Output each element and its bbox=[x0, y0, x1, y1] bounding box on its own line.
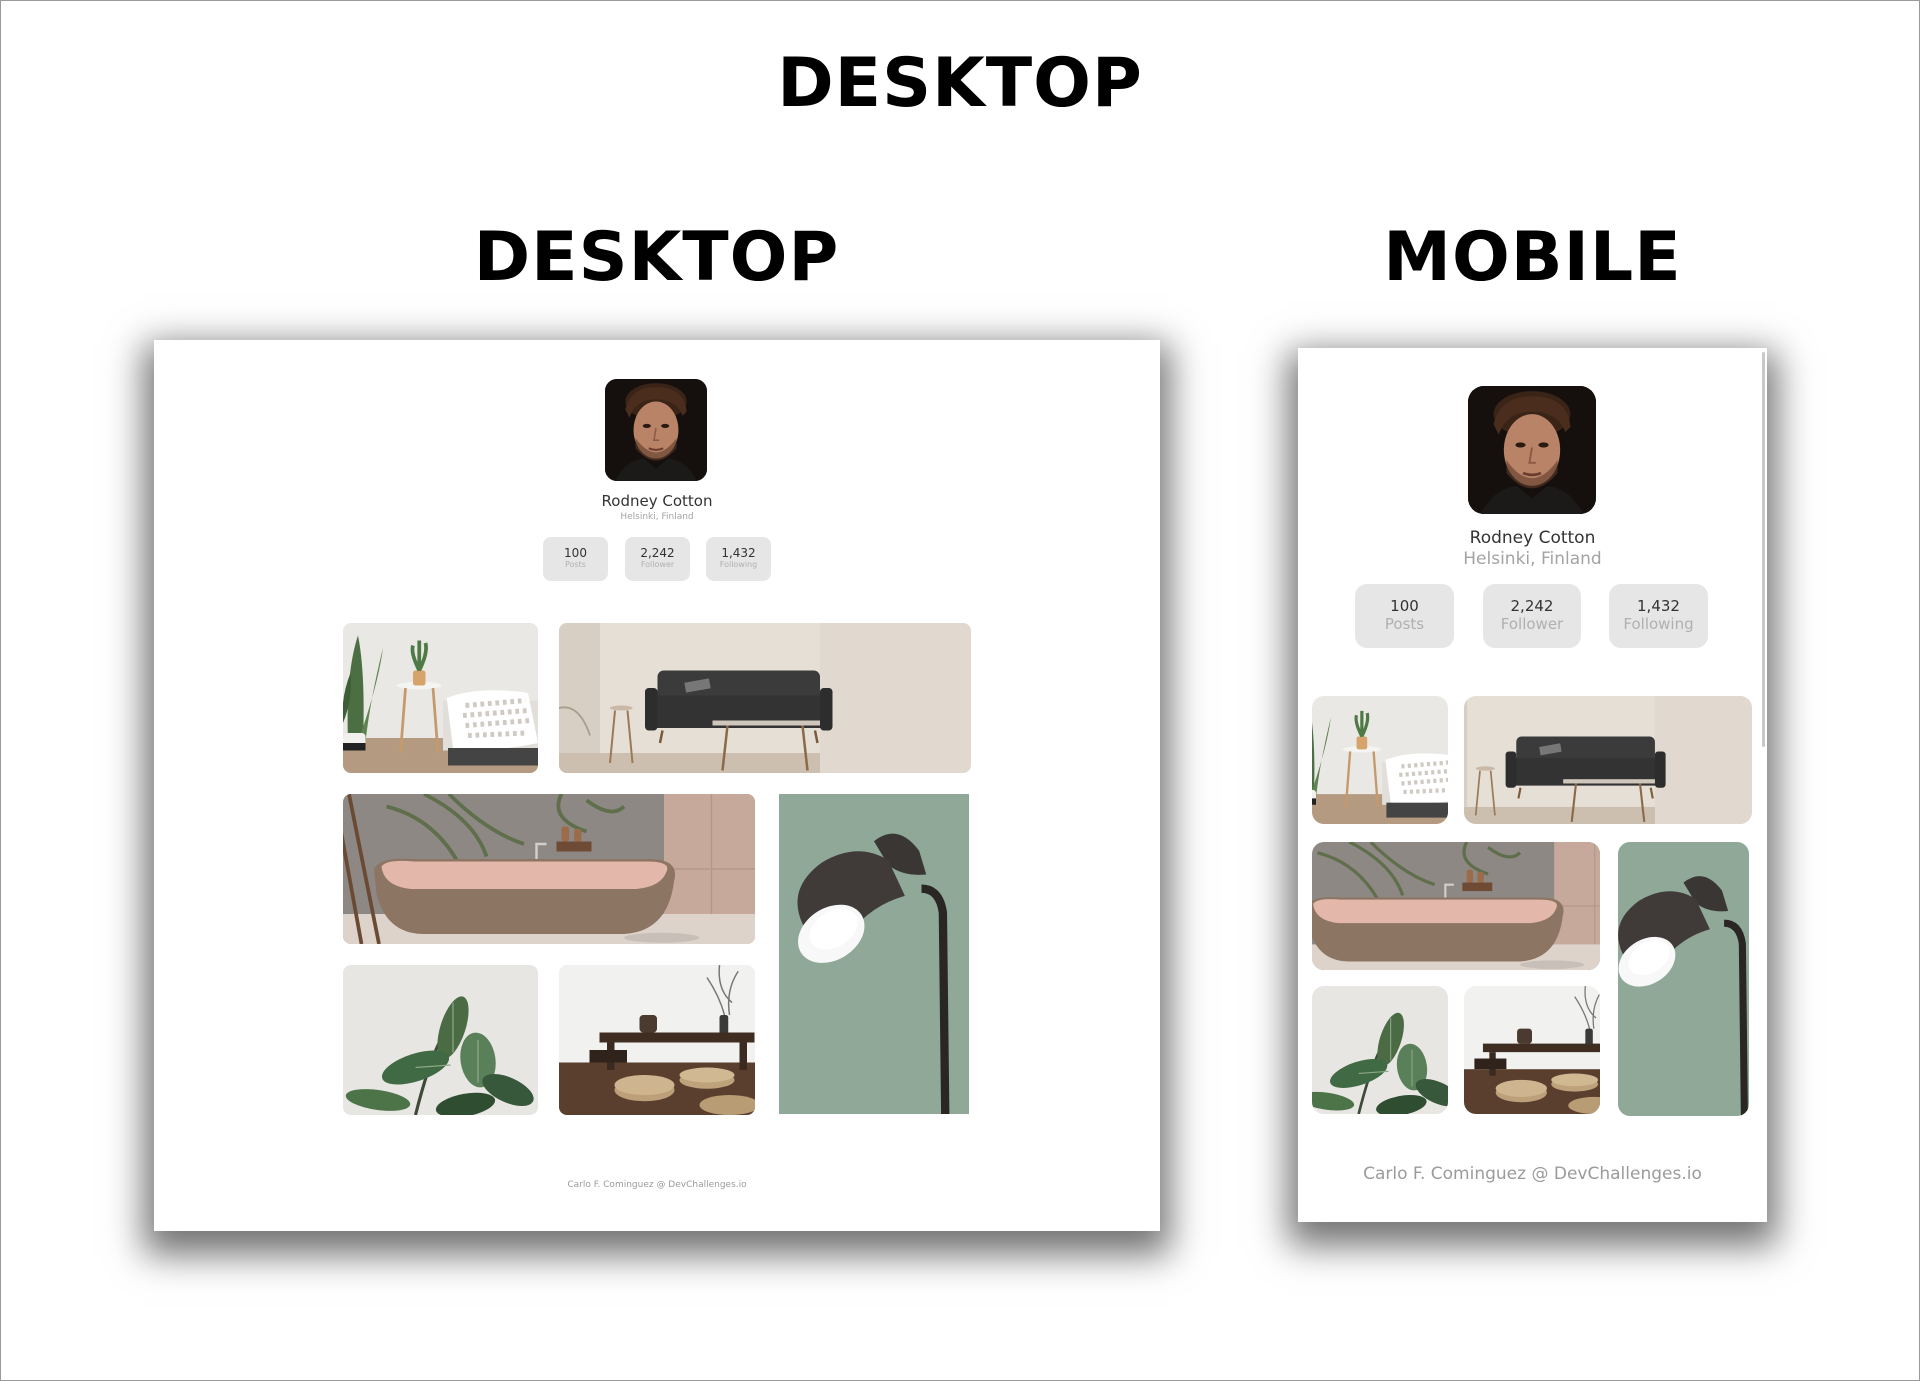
stat-value: 2,242 bbox=[1510, 597, 1554, 615]
desktop-preview: Rodney Cotton Helsinki, Finland 100 Post… bbox=[154, 340, 1160, 1231]
stat-label: Following bbox=[1623, 615, 1694, 633]
stat-label: Following bbox=[719, 560, 758, 569]
avatar[interactable] bbox=[605, 379, 707, 481]
profile-name: Rodney Cotton bbox=[1469, 528, 1596, 548]
gallery-image-bathtub[interactable] bbox=[343, 794, 755, 944]
gallery-image-bathtub[interactable] bbox=[1312, 842, 1600, 970]
profile-name: Rodney Cotton bbox=[601, 492, 713, 510]
mobile-preview: Rodney Cotton Helsinki, Finland 100 Post… bbox=[1298, 348, 1767, 1222]
desktop-heading: DESKTOP bbox=[473, 218, 840, 297]
gallery-image-bedroom[interactable] bbox=[343, 623, 538, 773]
stat-value: 1,432 bbox=[721, 546, 756, 560]
stat-following: 1,432 Following bbox=[1609, 584, 1708, 648]
gallery-image-table[interactable] bbox=[1464, 986, 1600, 1114]
mobile-heading: MOBILE bbox=[1383, 218, 1682, 297]
profile-location: Helsinki, Finland bbox=[620, 512, 694, 522]
gallery-image-rubber-plant[interactable] bbox=[1312, 986, 1448, 1114]
gallery-image-bedroom[interactable] bbox=[1312, 696, 1448, 824]
stat-posts: 100 Posts bbox=[543, 537, 608, 581]
stat-follower: 2,242 Follower bbox=[625, 537, 690, 581]
stat-value: 2,242 bbox=[640, 546, 675, 560]
stat-label: Follower bbox=[640, 560, 675, 569]
gallery-image-lamp[interactable] bbox=[1618, 842, 1749, 1116]
stat-label: Posts bbox=[565, 560, 586, 569]
stat-value: 1,432 bbox=[1637, 597, 1680, 615]
gallery-image-sofa[interactable] bbox=[1464, 696, 1752, 824]
stat-value: 100 bbox=[1390, 597, 1419, 615]
stat-label: Posts bbox=[1384, 615, 1425, 633]
gallery-image-sofa[interactable] bbox=[559, 623, 971, 773]
stat-following: 1,432 Following bbox=[706, 537, 771, 581]
footer-credit: Carlo F. Cominguez @ DevChallenges.io bbox=[567, 1180, 747, 1190]
footer-credit: Carlo F. Cominguez @ DevChallenges.io bbox=[1363, 1164, 1702, 1184]
stat-posts: 100 Posts bbox=[1355, 584, 1454, 648]
main-heading: DESKTOP bbox=[777, 44, 1143, 123]
avatar[interactable] bbox=[1468, 386, 1596, 514]
profile-location: Helsinki, Finland bbox=[1463, 549, 1602, 569]
gallery-image-lamp[interactable] bbox=[779, 794, 969, 1114]
stat-follower: 2,242 Follower bbox=[1483, 584, 1581, 648]
gallery-image-rubber-plant[interactable] bbox=[343, 965, 538, 1115]
stat-value: 100 bbox=[564, 546, 587, 560]
stat-label: Follower bbox=[1500, 615, 1564, 633]
gallery-image-table[interactable] bbox=[559, 965, 755, 1115]
